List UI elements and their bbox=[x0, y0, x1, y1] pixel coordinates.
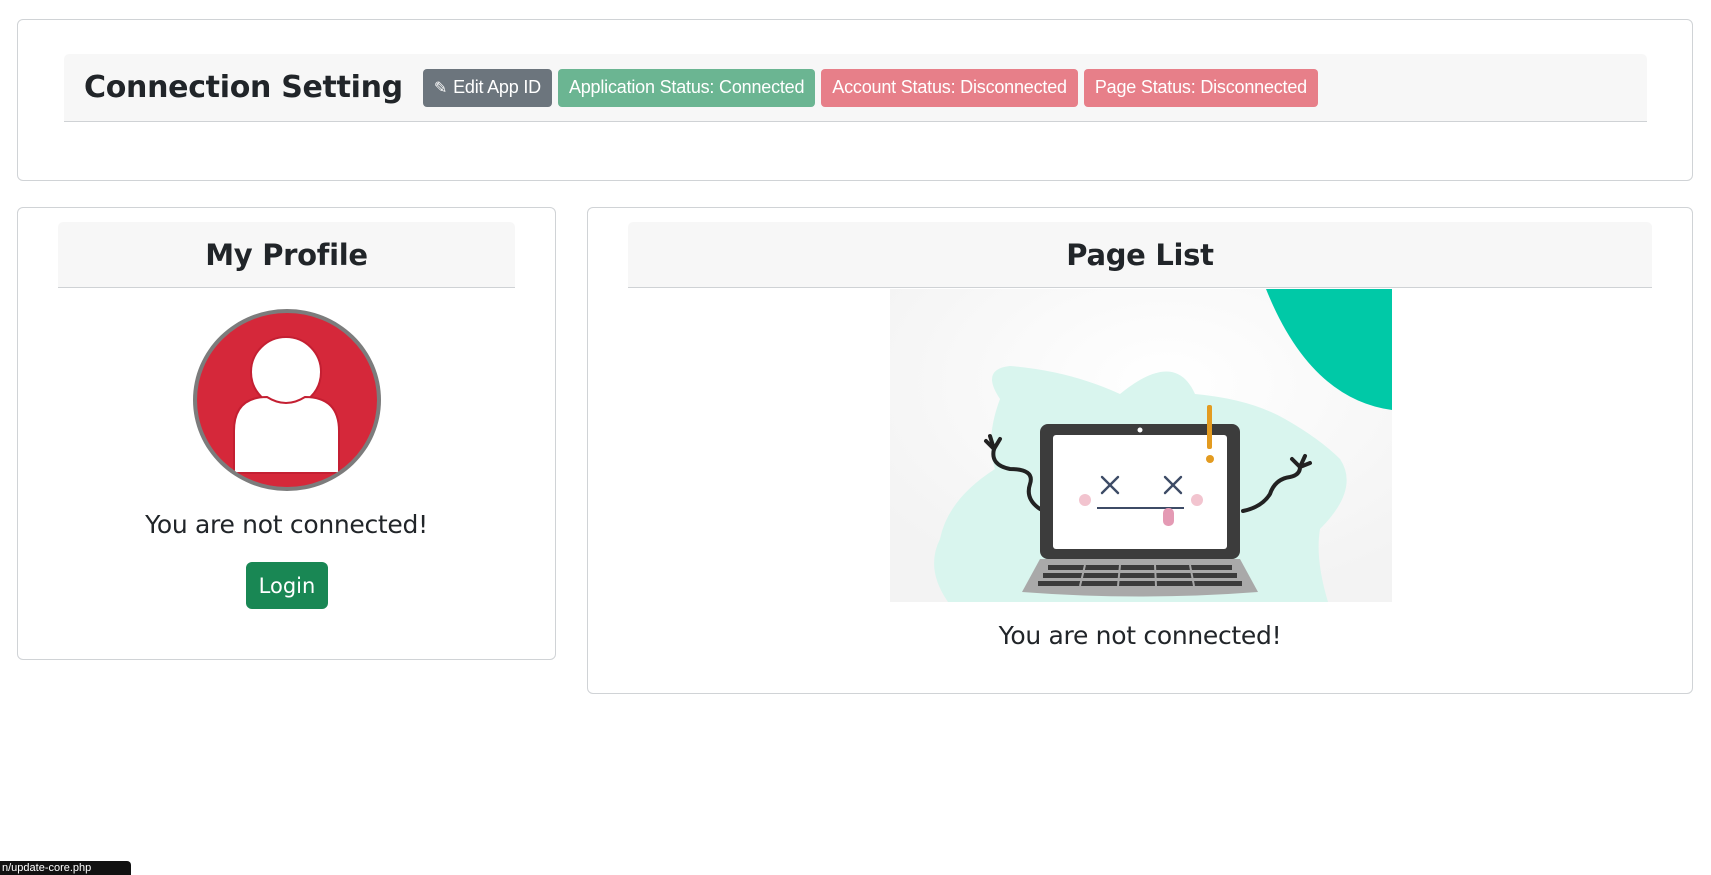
page-status-badge: Page Status: Disconnected bbox=[1083, 68, 1318, 107]
user-icon bbox=[233, 336, 340, 474]
page-list-card: Page List You are not connected! bbox=[587, 207, 1693, 694]
application-status-badge: Application Status: Connected bbox=[557, 68, 816, 107]
profile-status-text: You are not connected! bbox=[145, 510, 428, 539]
connection-header: Connection Setting ✎ Edit App ID Applica… bbox=[64, 54, 1647, 122]
status-bar-url: n/update-core.php bbox=[0, 861, 131, 875]
edit-app-id-button[interactable]: ✎ Edit App ID bbox=[422, 68, 552, 107]
profile-header: My Profile bbox=[58, 222, 515, 288]
avatar bbox=[193, 309, 381, 491]
pencil-icon: ✎ bbox=[433, 79, 448, 97]
account-status-badge: Account Status: Disconnected bbox=[821, 68, 1078, 107]
edit-app-id-label: Edit App ID bbox=[453, 77, 541, 97]
page-list-status-text: You are not connected! bbox=[998, 621, 1282, 650]
connection-setting-card: Connection Setting ✎ Edit App ID Applica… bbox=[17, 19, 1693, 181]
connection-title: Connection Setting bbox=[84, 70, 403, 105]
page-list-header: Page List bbox=[628, 222, 1652, 288]
broken-laptop-illustration bbox=[890, 289, 1392, 602]
login-button[interactable]: Login bbox=[246, 562, 328, 609]
my-profile-card: My Profile You are not connected! Login bbox=[17, 207, 556, 660]
